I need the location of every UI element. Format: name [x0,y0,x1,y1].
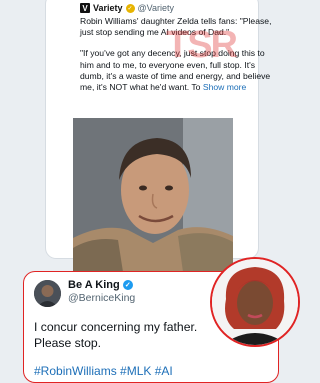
show-more-link[interactable]: Show more [203,82,246,92]
tsr-watermark: TSR [166,24,238,66]
verified-badge-icon: ✓ [125,3,135,13]
quoted-account-handle[interactable]: @Variety [138,3,174,13]
variety-logo-icon: V [80,3,90,13]
tweet-hashtags[interactable]: #RobinWilliams #MLK #AI [34,364,173,378]
tweet-line-2: Please stop. [34,335,102,350]
tweet-line-1: I concur concerning my father. [34,320,198,334]
tweet-text: I concur concerning my father. Please st… [34,320,197,351]
verified-badge-icon: ✓ [122,280,133,290]
avatar-image [34,280,61,307]
quoted-account-name[interactable]: Variety [93,3,123,13]
bernice-king-portrait [210,257,300,347]
quoted-tweet-header: V Variety ✓ @Variety [80,3,174,13]
avatar[interactable] [34,280,61,307]
robin-williams-photo[interactable] [73,118,233,272]
tweet-author-name[interactable]: Be A King [68,279,120,291]
portrait-image [212,259,298,345]
portrait-illustration [73,118,233,272]
tweet-author-name-row: Be A King ✓ [68,279,133,291]
tweet-author-handle[interactable]: @BerniceKing [68,292,135,304]
